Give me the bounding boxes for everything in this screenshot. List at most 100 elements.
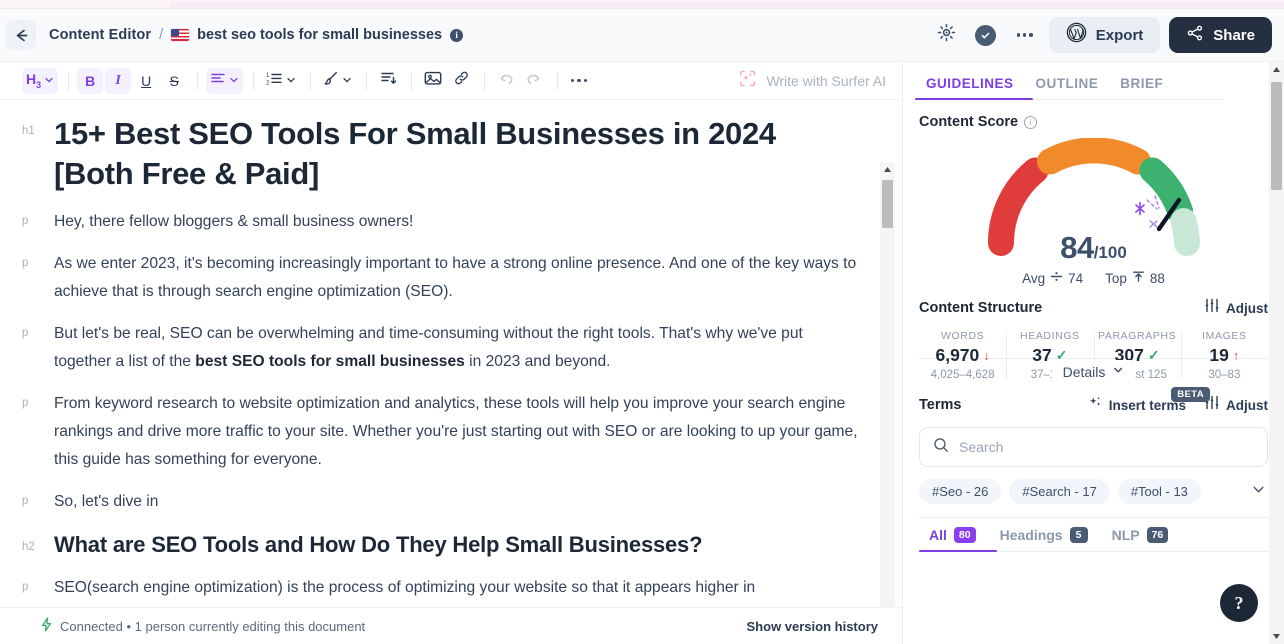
content-structure-title: Content Structure [919, 300, 1043, 316]
terms-search-placeholder: Search [959, 439, 1004, 455]
terms-title: Terms [919, 397, 962, 413]
scroll-up-arrow[interactable] [880, 162, 895, 177]
document-block[interactable]: h1 15+ Best SEO Tools For Small Businesse… [22, 114, 862, 194]
tab-brief[interactable]: BRIEF [1109, 76, 1174, 100]
bold-label: B [85, 72, 96, 89]
adjust-label: Adjust [1226, 300, 1268, 316]
write-with-surfer-ai-label: Write with Surfer AI [766, 72, 886, 89]
terms-adjust-button[interactable]: Adjust [1204, 395, 1268, 415]
share-button[interactable]: Share [1169, 17, 1272, 53]
breadcrumb-keyword: best seo tools for small businesses [197, 27, 443, 43]
tab-outline[interactable]: OUTLINE [1025, 76, 1110, 100]
top-label: Top [1105, 270, 1127, 286]
block-tag-label: h1 [22, 125, 35, 137]
ordered-list-icon: 1 2 [266, 71, 283, 91]
document-paragraph[interactable]: SEO(search engine optimization) is the p… [54, 574, 862, 602]
chevron-down-icon[interactable] [1251, 482, 1268, 502]
sparkle-icon [738, 69, 757, 93]
content-score-section: Content Score i 84/100 Avg 74 Top 88 [903, 100, 1284, 286]
document-paragraph[interactable]: Hey, there fellow bloggers & small busin… [54, 208, 862, 236]
info-icon[interactable]: i [450, 28, 464, 42]
more-options-button[interactable] [1010, 20, 1040, 50]
content-structure-adjust-button[interactable]: Adjust [1204, 298, 1268, 318]
block-tag-label: h2 [22, 541, 35, 553]
document-block[interactable]: p SEO(search engine optimization) is the … [22, 574, 862, 602]
panel-scrollbar[interactable] [1269, 62, 1284, 644]
term-chip[interactable]: #Tool - 13 [1117, 479, 1201, 504]
document-block[interactable]: h2 What are SEO Tools and How Do They Hel… [22, 530, 862, 560]
redo-button[interactable] [521, 68, 547, 94]
more-horizontal-icon [571, 78, 588, 83]
terms-subtab[interactable]: All 80 [919, 527, 986, 552]
scroll-down-arrow[interactable] [1269, 629, 1284, 644]
panel-scrollbar-thumb[interactable] [1271, 82, 1282, 190]
insert-link-button[interactable] [448, 68, 474, 94]
document-scrollbar-thumb[interactable] [882, 180, 893, 228]
insert-image-button[interactable] [420, 68, 446, 94]
document-paragraph[interactable]: But let's be real, SEO can be overwhelmi… [54, 320, 862, 376]
term-chips: #Seo - 26 #Search - 17 #Tool - 13 [919, 479, 1268, 504]
term-chip[interactable]: #Search - 17 [1009, 479, 1110, 504]
heading-label: H3 [26, 71, 42, 90]
info-icon[interactable]: i [1024, 115, 1038, 129]
write-with-surfer-ai-button[interactable]: Write with Surfer AI [738, 69, 886, 93]
editor-toolbar: H3 B I U S 1 2 Write with Surfer AI [0, 62, 902, 100]
document-scrollbar[interactable] [880, 162, 895, 644]
toolbar-more-button[interactable] [566, 68, 592, 94]
status-text: Connected • 1 person currently editing t… [60, 618, 366, 634]
italic-button[interactable]: I [105, 67, 132, 94]
divide-icon [1050, 270, 1063, 286]
terms-subtab[interactable]: NLP 76 [1102, 527, 1179, 552]
list-dropdown[interactable]: 1 2 [262, 68, 300, 94]
document-paragraph[interactable]: So, let's dive in [54, 488, 862, 516]
block-tag-label: p [22, 581, 29, 593]
search-icon [933, 437, 949, 458]
terms-subtabs: All 80 Headings 5 NLP 76 [919, 518, 1268, 552]
undo-icon [497, 70, 515, 91]
document-paragraph[interactable]: As we enter 2023, it's becoming increasi… [54, 250, 862, 306]
score-readout: 84/100 [919, 230, 1268, 266]
help-button[interactable]: ? [1220, 584, 1258, 622]
heading-level-dropdown[interactable]: H3 [22, 67, 59, 94]
gear-icon [937, 23, 956, 47]
terms-subtab[interactable]: Headings 5 [990, 527, 1098, 552]
saved-status-button[interactable] [971, 20, 1001, 50]
sparkle-icon [1088, 395, 1103, 415]
indent-button[interactable] [375, 68, 401, 94]
underline-button[interactable]: U [133, 68, 159, 94]
link-icon [453, 70, 470, 91]
document-block[interactable]: p As we enter 2023, it's becoming increas… [22, 250, 862, 306]
undo-button[interactable] [493, 68, 519, 94]
scroll-up-arrow[interactable] [1269, 62, 1284, 77]
document-block[interactable]: p From keyword research to website optimi… [22, 390, 862, 474]
term-chip[interactable]: #Seo - 26 [919, 479, 1002, 504]
back-button[interactable] [6, 20, 36, 50]
score-denominator: /100 [1093, 243, 1127, 262]
document-canvas[interactable]: h1 15+ Best SEO Tools For Small Businesse… [0, 100, 902, 607]
document-heading-2[interactable]: What are SEO Tools and How Do They Help … [54, 530, 862, 560]
check-icon: ✓ [1147, 347, 1160, 363]
paragraph-text-bold: best SEO tools for small businesses [195, 353, 465, 370]
avg-value: 74 [1068, 270, 1084, 286]
top-value: 88 [1149, 270, 1165, 286]
align-dropdown[interactable] [206, 67, 244, 94]
strikethrough-button[interactable]: S [161, 68, 187, 94]
document-heading-1[interactable]: 15+ Best SEO Tools For Small Businesses … [54, 114, 862, 194]
document-block[interactable]: p Hey, there fellow bloggers & small busi… [22, 208, 862, 236]
toolbar-divider [366, 71, 368, 90]
show-version-history-button[interactable]: Show version history [747, 619, 878, 634]
content-score-title: Content Score [919, 114, 1019, 130]
arrow-up-icon: ↑ [1232, 348, 1240, 363]
bold-button[interactable]: B [77, 67, 104, 94]
export-button[interactable]: Export [1048, 17, 1161, 53]
settings-button[interactable] [932, 20, 962, 50]
details-toggle-button[interactable]: Details [1051, 360, 1136, 384]
tab-guidelines[interactable]: GUIDELINES [915, 76, 1025, 100]
document-block[interactable]: p So, let's dive in [22, 488, 862, 516]
block-tag-label: p [22, 327, 29, 339]
breadcrumb-root[interactable]: Content Editor [49, 27, 151, 43]
document-block[interactable]: p But let's be real, SEO can be overwhelm… [22, 320, 862, 376]
document-paragraph[interactable]: From keyword research to website optimiz… [54, 390, 862, 474]
highlight-dropdown[interactable] [319, 68, 356, 94]
terms-search-input[interactable]: Search [919, 427, 1268, 467]
